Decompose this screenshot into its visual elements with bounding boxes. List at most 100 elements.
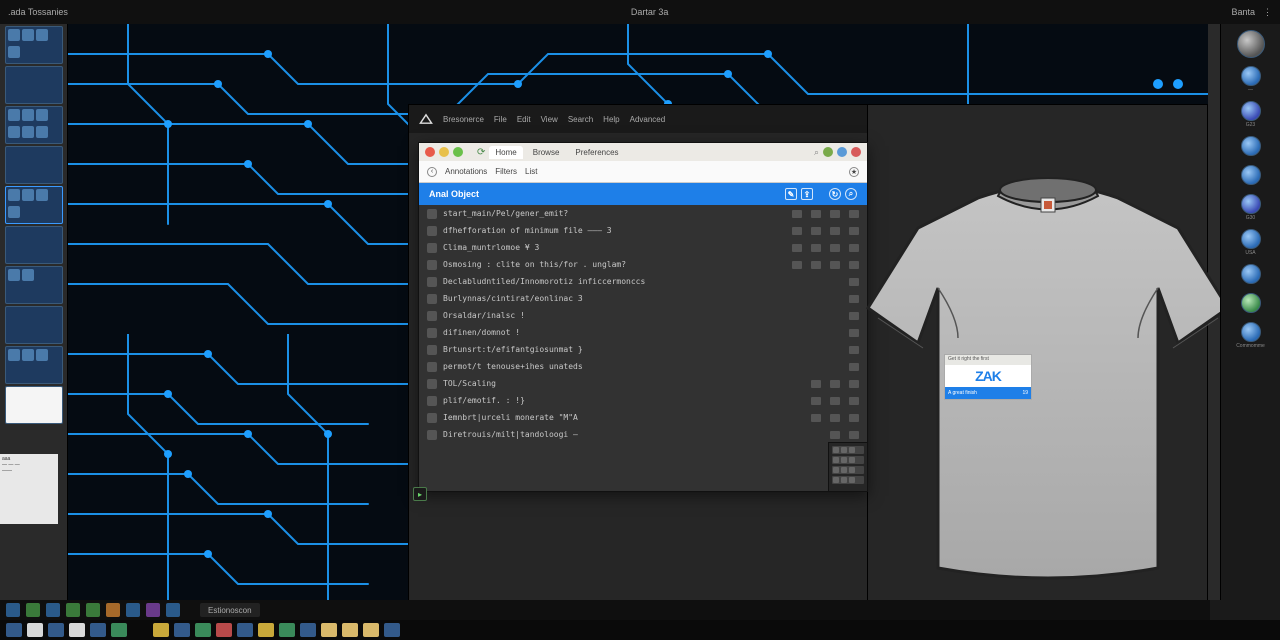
- action-icon[interactable]: [811, 397, 821, 405]
- action-icon[interactable]: [830, 244, 840, 252]
- file-list[interactable]: start_main/Pel/gener_emit? dfhefforation…: [419, 205, 867, 443]
- thumbnail[interactable]: [5, 66, 63, 104]
- app-icon[interactable]: [48, 623, 64, 637]
- sidebar-item[interactable]: G23: [1227, 101, 1275, 128]
- taskbar-icon[interactable]: [126, 603, 140, 617]
- app-icon[interactable]: [69, 623, 85, 637]
- app-icon[interactable]: [237, 623, 253, 637]
- thumbnail[interactable]: [5, 186, 63, 224]
- edit-icon[interactable]: ✎: [785, 188, 797, 200]
- action-icon[interactable]: [830, 210, 840, 218]
- action-icon[interactable]: [830, 414, 840, 422]
- file-row[interactable]: permot/t tenouse+ihes unateds: [419, 358, 867, 375]
- menu-item[interactable]: File: [494, 115, 507, 124]
- minimize-button[interactable]: [439, 147, 449, 157]
- app-icon[interactable]: [90, 623, 106, 637]
- file-row[interactable]: Iemnbrt|urceli monerate "M"A: [419, 409, 867, 426]
- file-row[interactable]: Osmosing : clitе on this/for . unglam?: [419, 256, 867, 273]
- action-icon[interactable]: [811, 210, 821, 218]
- action-icon[interactable]: [792, 244, 802, 252]
- status-icon[interactable]: [823, 147, 833, 157]
- action-icon[interactable]: [830, 431, 840, 439]
- app-icon[interactable]: [258, 623, 274, 637]
- file-row[interactable]: dfhefforation of minimum file ——— 3: [419, 222, 867, 239]
- toolbar-label[interactable]: Filters: [495, 167, 517, 176]
- folder-icon[interactable]: [321, 623, 337, 637]
- taskbar-icon[interactable]: [66, 603, 80, 617]
- file-row[interactable]: difinen/domnot !: [419, 324, 867, 341]
- taskbar-icon[interactable]: [46, 603, 60, 617]
- taskbar-icon[interactable]: [86, 603, 100, 617]
- file-row[interactable]: plif/emotif. : !}: [419, 392, 867, 409]
- sidebar-item[interactable]: [1227, 30, 1275, 58]
- action-icon[interactable]: [811, 414, 821, 422]
- app-icon[interactable]: [279, 623, 295, 637]
- file-row[interactable]: Brtunsrt:t/efifantgiosunmat }: [419, 341, 867, 358]
- file-row[interactable]: Burlynnas/cintirat/eonlinac 3: [419, 290, 867, 307]
- search-icon[interactable]: ⌕: [845, 188, 857, 200]
- file-row[interactable]: Orsaldar/inalsc !: [419, 307, 867, 324]
- reload-icon[interactable]: ⟳: [477, 147, 485, 158]
- action-icon[interactable]: [811, 244, 821, 252]
- thumbnail[interactable]: [5, 146, 63, 184]
- thumbnail[interactable]: [5, 346, 63, 384]
- app-icon[interactable]: [174, 623, 190, 637]
- action-icon[interactable]: [811, 261, 821, 269]
- sidebar-item[interactable]: [1227, 264, 1275, 285]
- sidebar-item[interactable]: [1227, 293, 1275, 314]
- folder-icon[interactable]: [363, 623, 379, 637]
- app-icon[interactable]: [216, 623, 232, 637]
- sync-icon[interactable]: [837, 147, 847, 157]
- thumbnail[interactable]: [5, 106, 63, 144]
- action-icon[interactable]: [830, 397, 840, 405]
- app-icon[interactable]: [6, 623, 22, 637]
- thumbnail[interactable]: [5, 306, 63, 344]
- action-icon[interactable]: [792, 227, 802, 235]
- app-icon[interactable]: [153, 623, 169, 637]
- taskbar-icon[interactable]: [146, 603, 160, 617]
- tab-home[interactable]: Home: [489, 146, 522, 159]
- menu-item[interactable]: Search: [568, 115, 593, 124]
- account-icon[interactable]: [851, 147, 861, 157]
- taskbar-app-label[interactable]: Estionoscon: [200, 603, 260, 617]
- toolbar-label[interactable]: List: [525, 167, 537, 176]
- taskbar-upper[interactable]: Estionoscon: [0, 600, 1210, 620]
- sidebar-item[interactable]: [1227, 165, 1275, 186]
- thumbnail[interactable]: [5, 386, 63, 424]
- taskbar-icon[interactable]: [166, 603, 180, 617]
- taskbar-icon[interactable]: [26, 603, 40, 617]
- titlebar-menu-icon[interactable]: ⋮: [1263, 7, 1272, 18]
- app-icon[interactable]: [111, 623, 127, 637]
- file-row[interactable]: Declabludntiled/Innomorotiz inficcermonc…: [419, 273, 867, 290]
- thumbnail[interactable]: [5, 266, 63, 304]
- app-icon[interactable]: [195, 623, 211, 637]
- thumbnail[interactable]: [5, 26, 63, 64]
- terminal-icon[interactable]: ▸: [413, 487, 427, 501]
- action-icon[interactable]: [811, 227, 821, 235]
- menu-item[interactable]: Advanced: [630, 115, 666, 124]
- thumbnail-notes[interactable]: aaa— — ———: [0, 454, 58, 524]
- thumbnail[interactable]: [5, 226, 63, 264]
- tab-browse[interactable]: Browse: [527, 146, 566, 159]
- action-icon[interactable]: [830, 380, 840, 388]
- action-icon[interactable]: [830, 227, 840, 235]
- taskbar-lower[interactable]: [0, 620, 1280, 640]
- sidebar-item[interactable]: Commomme: [1227, 322, 1275, 349]
- file-row[interactable]: start_main/Pel/gener_emit?: [419, 205, 867, 222]
- tab-preferences[interactable]: Preferences: [569, 146, 624, 159]
- share-icon[interactable]: ⇪: [801, 188, 813, 200]
- action-icon[interactable]: [792, 261, 802, 269]
- sidebar-item[interactable]: G30: [1227, 194, 1275, 221]
- file-row[interactable]: Diretrouis/milt|tandoloogi —: [419, 426, 867, 443]
- sidebar-item[interactable]: —: [1227, 66, 1275, 93]
- action-icon[interactable]: [811, 380, 821, 388]
- app-icon[interactable]: [27, 623, 43, 637]
- app-icon[interactable]: [384, 623, 400, 637]
- thumbnail-sidebar[interactable]: aaa— — ———: [0, 24, 68, 600]
- refresh-icon[interactable]: ↻: [829, 188, 841, 200]
- folder-icon[interactable]: [342, 623, 358, 637]
- action-icon[interactable]: [830, 261, 840, 269]
- close-button[interactable]: [425, 147, 435, 157]
- back-button[interactable]: ‹: [427, 167, 437, 177]
- sidebar-item[interactable]: [1227, 136, 1275, 157]
